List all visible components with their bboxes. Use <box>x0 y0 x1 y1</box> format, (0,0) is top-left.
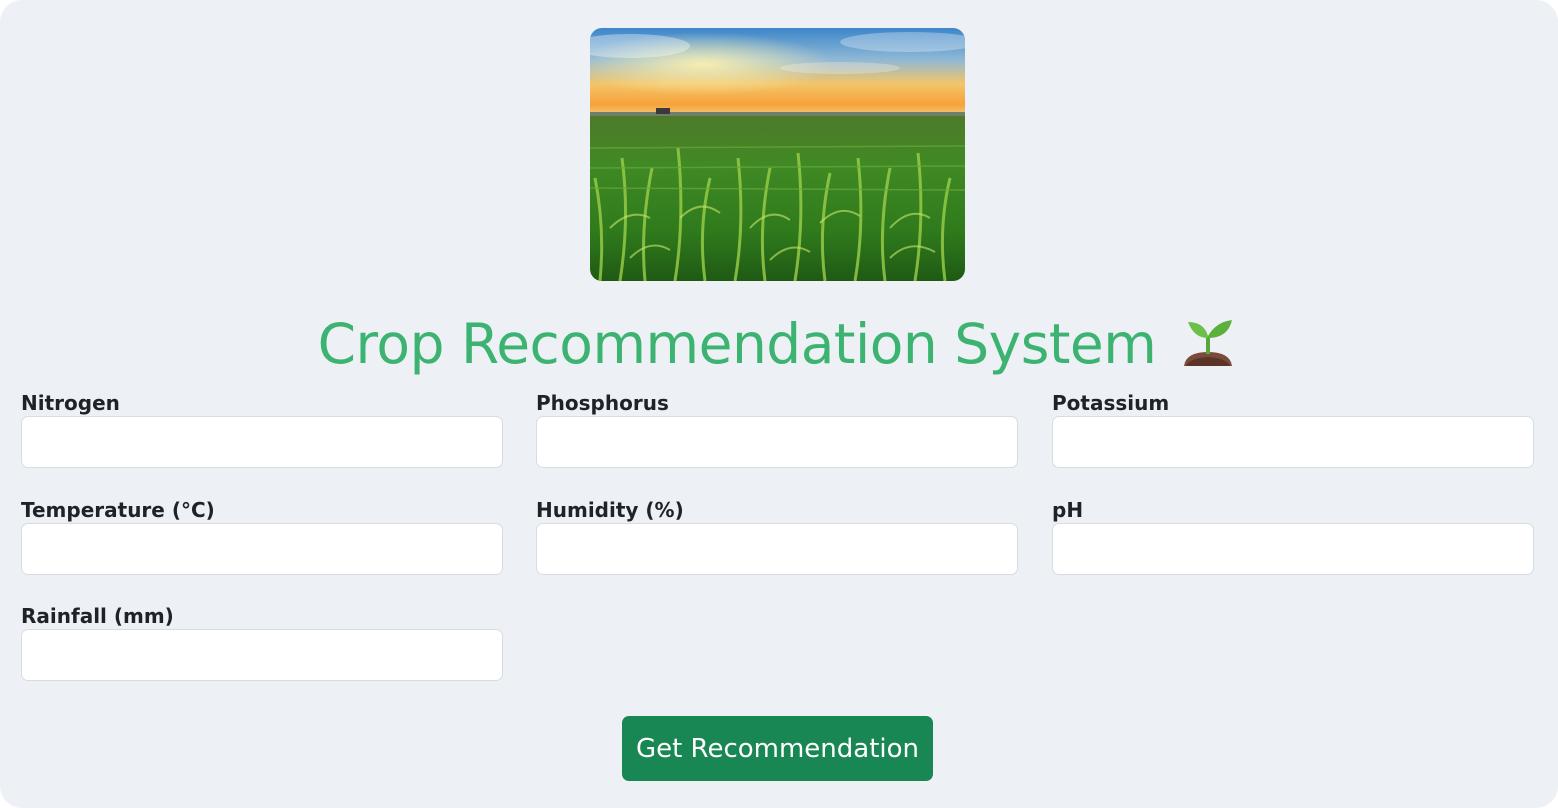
rainfall-input[interactable] <box>21 629 503 681</box>
nitrogen-field-group: Nitrogen <box>21 389 503 468</box>
nitrogen-input[interactable] <box>21 416 503 468</box>
potassium-input[interactable] <box>1052 416 1534 468</box>
rainfall-field-group: Rainfall (mm) <box>21 602 503 681</box>
humidity-field-group: Humidity (%) <box>536 496 1018 575</box>
phosphorus-field-group: Phosphorus <box>536 389 1018 468</box>
phosphorus-input[interactable] <box>536 416 1018 468</box>
temperature-field-group: Temperature (°C) <box>21 496 503 575</box>
page-title: Crop Recommendation System <box>0 308 1558 380</box>
cornfield-hero-image <box>590 28 965 281</box>
form-card: Crop Recommendation System Nitrogen Phos… <box>0 0 1558 808</box>
potassium-label: Potassium <box>1052 391 1170 415</box>
seedling-icon <box>1176 312 1240 376</box>
ph-label: pH <box>1052 498 1084 522</box>
temperature-input[interactable] <box>21 523 503 575</box>
ph-input[interactable] <box>1052 523 1534 575</box>
phosphorus-label: Phosphorus <box>536 391 669 415</box>
rainfall-label: Rainfall (mm) <box>21 604 174 628</box>
humidity-input[interactable] <box>536 523 1018 575</box>
page-title-text: Crop Recommendation System <box>317 312 1157 376</box>
humidity-label: Humidity (%) <box>536 498 684 522</box>
get-recommendation-button[interactable]: Get Recommendation <box>622 716 933 781</box>
nitrogen-label: Nitrogen <box>21 391 120 415</box>
temperature-label: Temperature (°C) <box>21 498 215 522</box>
potassium-field-group: Potassium <box>1052 389 1534 468</box>
ph-field-group: pH <box>1052 496 1534 575</box>
